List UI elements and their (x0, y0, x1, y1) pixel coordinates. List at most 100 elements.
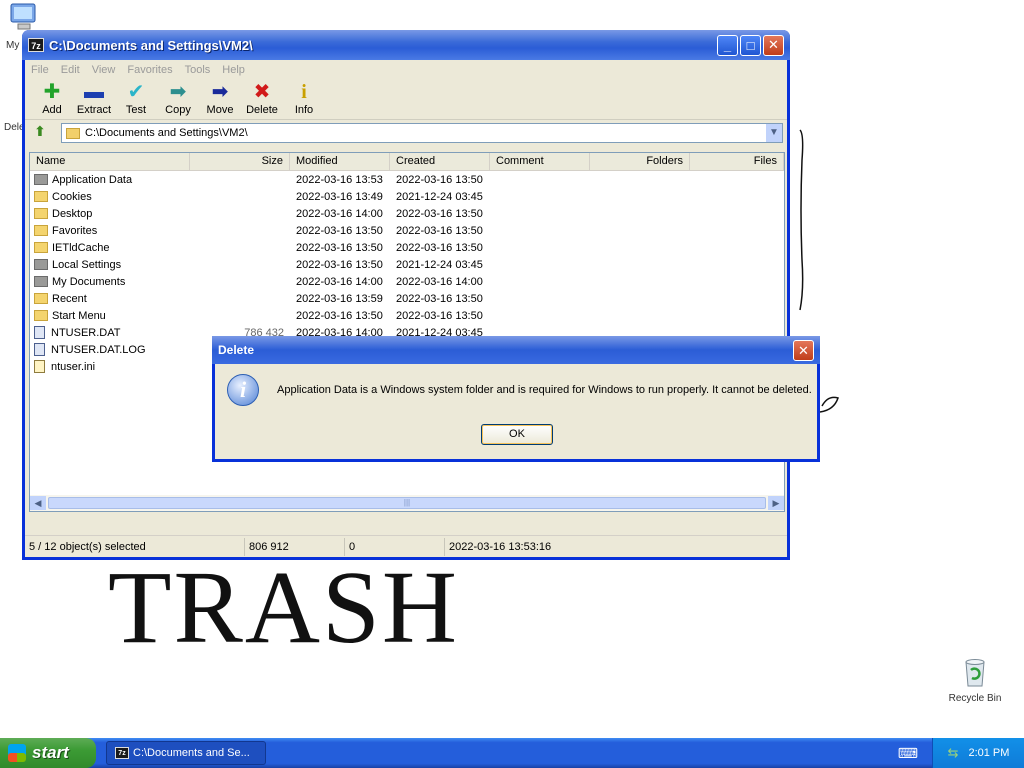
menu-favorites[interactable]: Favorites (127, 64, 172, 76)
copy-label: Copy (165, 104, 191, 116)
table-row[interactable]: My Documents 2022-03-16 14:00 2022-03-16 1… (30, 273, 784, 290)
close-button[interactable]: ✕ (763, 34, 784, 56)
row-name-text: Desktop (52, 207, 93, 220)
taskbar: start 7z C:\Documents and Se... ⌨ ⇆ 2:01… (0, 738, 1024, 768)
table-row[interactable]: Cookies 2022-03-16 13:49 2021-12-24 03:45 (30, 188, 784, 205)
row-created: 2022-03-16 13:50 (396, 292, 483, 305)
move-arrow-icon: ➡ (211, 81, 229, 103)
row-modified: 2022-03-16 13:53 (296, 173, 383, 186)
scroll-right-button[interactable]: ▶ (768, 496, 784, 510)
chevron-down-icon: ▼ (769, 127, 779, 138)
row-name: ntuser.ini (30, 360, 240, 373)
status-selection: 5 / 12 object(s) selected (25, 537, 245, 556)
scroll-thumb[interactable]: ||| (48, 497, 766, 509)
column-header-folders[interactable]: Folders (590, 153, 690, 170)
computer-icon (10, 3, 36, 30)
menu-tools[interactable]: Tools (185, 64, 211, 76)
window-titlebar[interactable]: 7z C:\Documents and Settings\VM2\ _ □ ✕ (22, 30, 790, 60)
row-modified: 2022-03-16 14:00 (296, 275, 383, 288)
check-icon: ✔ (127, 81, 145, 103)
status-packed: 0 (345, 537, 445, 556)
move-button[interactable]: ➡ Move (199, 80, 241, 119)
ok-button[interactable]: OK (481, 424, 553, 445)
table-row[interactable]: Start Menu 2022-03-16 13:50 2022-03-16 13:… (30, 307, 784, 324)
minimize-icon: _ (723, 37, 732, 53)
column-header-comment[interactable]: Comment (490, 153, 590, 170)
row-modified: 2022-03-16 13:50 (296, 224, 383, 237)
row-modified: 2022-03-16 13:59 (296, 292, 383, 305)
file-manager-window: 7z C:\Documents and Settings\VM2\ _ □ ✕ … (22, 30, 790, 560)
column-header-files[interactable]: Files (690, 153, 784, 170)
row-modified: 2022-03-16 14:00 (296, 207, 383, 220)
keyboard-icon[interactable]: ⌨ (898, 745, 918, 762)
column-header-size[interactable]: Size (190, 153, 290, 170)
column-header-modified[interactable]: Modified (290, 153, 390, 170)
maximize-icon: □ (746, 37, 755, 53)
table-row[interactable]: Recent 2022-03-16 13:59 2022-03-16 13:50 (30, 290, 784, 307)
table-row[interactable]: IETldCache 2022-03-16 13:50 2022-03-16 13:… (30, 239, 784, 256)
table-row[interactable]: Favorites 2022-03-16 13:50 2022-03-16 13:5… (30, 222, 784, 239)
menu-file[interactable]: File (31, 64, 49, 76)
folder-icon (34, 310, 48, 321)
table-row[interactable]: Desktop 2022-03-16 14:00 2022-03-16 13:50 (30, 205, 784, 222)
maximize-button[interactable]: □ (740, 34, 761, 56)
list-header: Name Size Modified Created Comment Folde… (30, 153, 784, 171)
dialog-close-button[interactable]: ✕ (793, 339, 814, 361)
folder-icon (66, 127, 80, 139)
up-folder-button[interactable]: ⬆ (29, 123, 51, 143)
start-button[interactable]: start (0, 738, 96, 768)
move-label: Move (206, 104, 234, 116)
row-name-text: Recent (52, 292, 87, 305)
row-name: Cookies (30, 191, 240, 203)
copy-button[interactable]: ➡ Copy (157, 80, 199, 119)
delete-label: Delete (246, 104, 278, 116)
extract-button[interactable]: ▬ Extract (73, 80, 115, 119)
delete-dialog: Delete ✕ i Application Data is a Windows… (212, 336, 820, 462)
recycle-bin-icon (965, 659, 985, 687)
row-name: Start Menu (30, 310, 240, 322)
row-name-text: IETldCache (52, 241, 110, 254)
folder-icon (34, 208, 48, 219)
my-computer-label: My (6, 40, 20, 51)
add-button[interactable]: ✚ Add (31, 80, 73, 119)
dialog-message: Application Data is a Windows system fol… (277, 384, 812, 396)
recycle-bin[interactable]: Recycle Bin (942, 656, 1008, 704)
clock[interactable]: 2:01 PM (968, 747, 1009, 759)
row-name-text: Start Menu (52, 309, 106, 322)
menu-view[interactable]: View (92, 64, 116, 76)
network-icon[interactable]: ⇆ (948, 745, 959, 761)
column-header-created[interactable]: Created (390, 153, 490, 170)
info-button[interactable]: i Info (283, 80, 325, 119)
close-icon: ✕ (798, 342, 809, 358)
horizontal-scrollbar[interactable]: ◀ ||| ▶ (30, 495, 784, 511)
row-created: 2022-03-16 13:50 (396, 241, 483, 254)
folder-icon (34, 242, 48, 253)
row-modified: 2022-03-16 13:49 (296, 190, 383, 203)
file-icon (34, 326, 45, 339)
taskbar-item-7zip[interactable]: 7z C:\Documents and Se... (106, 741, 266, 765)
scroll-left-button[interactable]: ◀ (30, 496, 46, 510)
address-bar: ⬆ C:\Documents and Settings\VM2\ ▼ (25, 120, 787, 146)
table-row[interactable]: Local Settings 2022-03-16 13:50 2021-12-24… (30, 256, 784, 273)
file-icon (34, 343, 45, 356)
taskbar-item-label: C:\Documents and Se... (133, 747, 250, 759)
minimize-button[interactable]: _ (717, 34, 738, 56)
close-icon: ✕ (768, 37, 779, 52)
status-bar: 5 / 12 object(s) selected 806 912 0 2022… (25, 535, 787, 557)
folder-icon (34, 225, 48, 236)
menu-help[interactable]: Help (222, 64, 245, 76)
address-field[interactable]: C:\Documents and Settings\VM2\ ▼ (61, 123, 783, 143)
menu-edit[interactable]: Edit (61, 64, 80, 76)
column-header-name[interactable]: Name (30, 153, 190, 170)
table-row[interactable]: Application Data 2022-03-16 13:53 2022-03-… (30, 171, 784, 188)
address-text: C:\Documents and Settings\VM2\ (85, 127, 248, 139)
info-icon: i (227, 374, 259, 406)
row-modified: 2022-03-16 13:50 (296, 309, 383, 322)
address-dropdown-button[interactable]: ▼ (766, 124, 782, 142)
delete-button[interactable]: ✖ Delete (241, 80, 283, 119)
test-button[interactable]: ✔ Test (115, 80, 157, 119)
row-created: 2022-03-16 13:50 (396, 207, 483, 220)
info-icon: i (301, 81, 307, 103)
row-name: NTUSER.DAT (30, 326, 240, 339)
dialog-titlebar[interactable]: Delete ✕ (212, 336, 820, 364)
